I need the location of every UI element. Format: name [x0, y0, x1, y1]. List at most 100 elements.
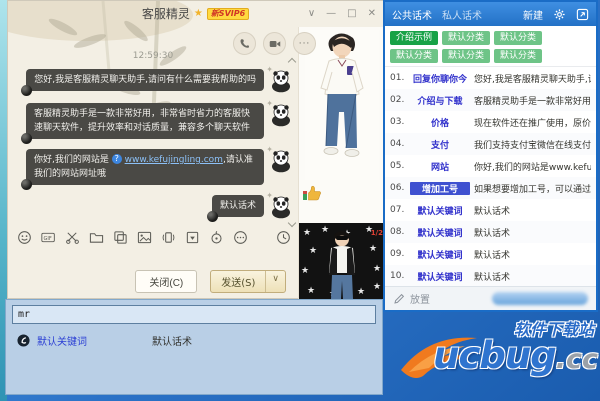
phone-icon	[240, 39, 250, 48]
sparkle-icon: ✦	[266, 191, 273, 200]
svg-text:★: ★	[373, 282, 381, 292]
item-number: 02.	[390, 95, 405, 105]
svg-text:★: ★	[321, 225, 329, 235]
screenshot-scissors-icon[interactable]	[65, 230, 80, 245]
send-options-chevron-icon[interactable]: ∨	[265, 271, 285, 292]
like-sticker-icon[interactable]	[302, 185, 322, 201]
send-button[interactable]: 发送(S) ∨	[210, 270, 286, 293]
keyword-result-row[interactable]: 默认关键词 默认话术	[17, 333, 382, 348]
matched-keyword[interactable]: 默认关键词	[37, 333, 87, 348]
item-keyword: 默认关键词	[417, 272, 463, 283]
website-link[interactable]: www.kefujingling.com	[125, 155, 223, 165]
emoji-icon[interactable]	[17, 230, 32, 245]
panel-footer: 放置	[385, 286, 596, 310]
message-text: 客服精灵助手是一款非常好用，非常省时省力的客服快速聊天软件，提升效率和对话质量，…	[34, 109, 251, 133]
svg-text:GIF: GIF	[44, 236, 52, 242]
red-packet-icon[interactable]	[209, 230, 224, 245]
script-item[interactable]: 01. 回复你聊你今 您好,我是客服精灵聊天助手,请问有	[385, 67, 596, 89]
item-keyword: 支付	[430, 140, 449, 151]
message-row: 客服精灵助手是一款非常好用，非常省时省力的客服快速聊天软件，提升效率和对话质量，…	[8, 99, 298, 144]
multi-window-icon[interactable]	[113, 230, 128, 245]
gif-icon[interactable]: GIF	[41, 230, 56, 245]
bubble-tail-icon	[21, 133, 32, 144]
float-window-icon[interactable]	[576, 8, 589, 21]
message-text: 您好,我是客服精灵聊天助手,请问有什么需要我帮助的吗	[34, 75, 256, 85]
image-icon[interactable]	[137, 230, 152, 245]
message-text: 默认话术	[219, 201, 256, 211]
svg-text:★: ★	[307, 286, 315, 296]
minimize-icon[interactable]: —	[326, 8, 336, 19]
svg-text:★: ★	[373, 264, 381, 274]
message-bubble[interactable]: 默认话术 ✦	[206, 191, 273, 222]
more-actions-button[interactable]: ···	[293, 32, 316, 55]
tab-public-scripts[interactable]: 公共话术	[392, 7, 432, 22]
qq-show-illustration	[305, 30, 379, 180]
bubble-tail-icon	[21, 179, 32, 190]
blurred-button	[492, 292, 588, 305]
item-number: 03.	[390, 117, 405, 127]
svg-text:★: ★	[301, 266, 309, 276]
close-icon[interactable]: ✕	[368, 8, 376, 19]
send-label[interactable]: 发送(S)	[211, 271, 265, 292]
script-item[interactable]: 04. 支付 我们支持支付宝微信在线支付，也	[385, 133, 596, 155]
keyword-search-input[interactable]	[12, 305, 376, 324]
more-tools-icon[interactable]	[233, 230, 248, 245]
help-icon: ?	[111, 154, 122, 164]
category-tag[interactable]: 默认分类	[442, 31, 491, 45]
category-tag[interactable]: 默认分类	[390, 49, 439, 63]
item-keyword: 默认关键词	[417, 228, 463, 239]
message-row: 您好,我是客服精灵聊天助手,请问有什么需要我帮助的吗 ✦	[8, 65, 298, 96]
maximize-icon[interactable]: □	[347, 8, 356, 19]
item-preview: 您好,我是客服精灵聊天助手,请问有	[474, 74, 591, 85]
photo-page-indicator: 1/2	[370, 229, 383, 237]
item-preview: 默认话术	[474, 272, 511, 283]
footer-label[interactable]: 放置	[410, 291, 430, 306]
matched-phrase[interactable]: 默认话术	[152, 333, 192, 348]
message-bubble[interactable]: 客服精灵助手是一款非常好用，非常省时省力的客服快速聊天软件，提升效率和对话质量，…	[21, 99, 273, 144]
script-item[interactable]: 03. 价格 现在软件还在推广使用，原价98元/	[385, 111, 596, 133]
new-script-button[interactable]: 新建	[523, 7, 543, 22]
category-tags: 介绍示例 默认分类 默认分类 默认分类 默认分类 默认分类 默认关键词 &%%2…	[385, 26, 596, 67]
tab-private-scripts[interactable]: 私人话术	[442, 7, 482, 22]
script-item[interactable]: 06. 增加工号 如果想要增加工号，可以通过直接	[385, 177, 596, 199]
item-keyword: 回复你聊你今	[412, 74, 467, 85]
send-file-folder-icon[interactable]	[89, 230, 104, 245]
svg-text:★: ★	[309, 246, 317, 256]
collapse-icon[interactable]: ∨	[308, 8, 315, 19]
category-tag[interactable]: 默认分类	[442, 49, 491, 63]
titlebar[interactable]: 客服精灵 ★ 新SVIP6 ∨ — □ ✕	[8, 1, 383, 26]
settings-gear-icon[interactable]	[553, 8, 566, 21]
item-keyword: 价格	[430, 118, 449, 129]
chat-window: 客服精灵 ★ 新SVIP6 ∨ — □ ✕ ··· 12:59:30 您好,我是…	[7, 0, 385, 299]
more-icon: ···	[298, 38, 311, 49]
message-bubble[interactable]: 您好,我是客服精灵聊天助手,请问有什么需要我帮助的吗 ✦	[21, 65, 273, 96]
video-call-button[interactable]	[263, 32, 286, 55]
camera-icon	[269, 40, 280, 47]
svip-badge: 新SVIP6	[206, 7, 250, 20]
voice-call-button[interactable]	[233, 32, 256, 55]
item-number: 05.	[390, 161, 405, 171]
window-shake-icon[interactable]	[161, 230, 176, 245]
category-tag[interactable]: 默认分类	[494, 31, 543, 45]
script-item[interactable]: 09. 默认关键词 默认话术	[385, 243, 596, 265]
close-button[interactable]: 关闭(C)	[135, 270, 198, 293]
item-keyword: 默认关键词	[417, 206, 463, 217]
file-box-icon[interactable]	[185, 230, 200, 245]
svg-text:★: ★	[369, 244, 377, 254]
bubble-tail-icon	[21, 85, 33, 96]
item-number: 07.	[390, 205, 405, 215]
bubble-tail-icon	[206, 211, 218, 222]
message-history-icon[interactable]	[276, 230, 291, 245]
message-row: 你好,我们的网站是 ? www.kefujingling.com,请认准我们的网…	[8, 145, 298, 190]
category-tag[interactable]: 介绍示例	[390, 31, 439, 45]
message-list: 12:59:30 您好,我是客服精灵聊天助手,请问有什么需要我帮助的吗 ✦ 客服…	[8, 27, 298, 229]
category-tag[interactable]: 默认分类	[494, 49, 543, 63]
script-item[interactable]: 07. 默认关键词 默认话术	[385, 199, 596, 221]
watermark-tld: .cc	[555, 344, 598, 375]
script-item[interactable]: 02. 介绍与下载 客服精灵助手是一款非常好用，非	[385, 89, 596, 111]
item-number: 01.	[390, 73, 405, 83]
script-item[interactable]: 08. 默认关键词 默认话术	[385, 221, 596, 243]
message-bubble[interactable]: 你好,我们的网站是 ? www.kefujingling.com,请认准我们的网…	[21, 145, 273, 190]
script-item[interactable]: 05. 网站 你好,我们的网站是www.kefujingl	[385, 155, 596, 177]
script-item[interactable]: 10. 默认关键词 默认话术	[385, 265, 596, 286]
